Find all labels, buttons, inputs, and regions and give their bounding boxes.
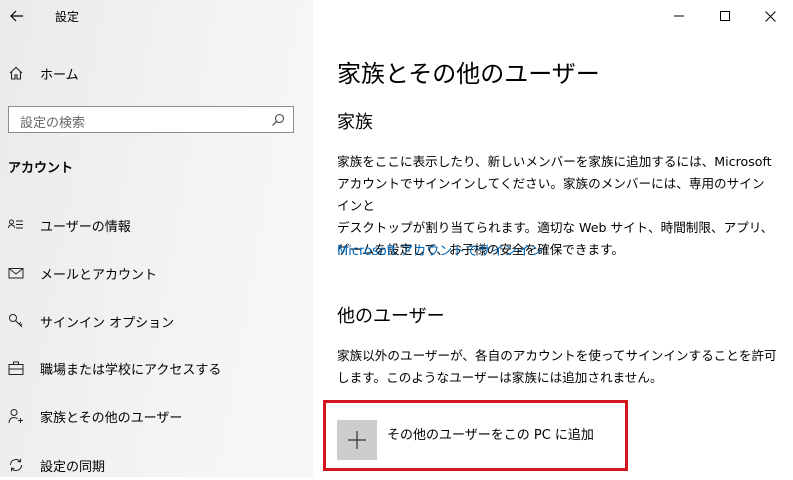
close-icon (764, 10, 776, 22)
search-icon[interactable] (271, 113, 285, 127)
sidebar-item-mail-accounts[interactable]: メールとアカウント (0, 258, 313, 288)
title-bar: 設定 (0, 0, 313, 34)
maximize-button[interactable] (702, 0, 748, 32)
family-description-line: デスクトップが割り当てられます。適切な Web サイト、時間制限、アプリ、 (337, 220, 774, 235)
highlight-box (323, 400, 628, 471)
microsoft-signin-link[interactable]: Microsoft アカウントでサインイン (337, 240, 543, 259)
sidebar-item-label: 家族とその他のユーザー (40, 411, 183, 426)
maximize-icon (720, 11, 730, 21)
sidebar-item-family-other-users[interactable]: 家族とその他のユーザー (0, 401, 313, 431)
sidebar-item-sync-settings[interactable]: 設定の同期 (0, 450, 313, 480)
family-description-line: アカウントでサインインしてください。家族のメンバーには、専用のサインインと (337, 176, 765, 213)
page-title: 家族とその他のユーザー (337, 60, 600, 88)
nav-home-label: ホーム (40, 68, 79, 83)
sidebar-item-label: 設定の同期 (40, 460, 106, 475)
back-arrow-icon (10, 10, 23, 22)
person-add-icon (8, 409, 23, 424)
family-heading: 家族 (337, 112, 373, 133)
back-button[interactable] (6, 5, 28, 27)
key-icon (9, 314, 23, 328)
mail-icon (8, 268, 24, 279)
close-button[interactable] (747, 0, 793, 32)
user-info-icon (8, 219, 23, 229)
home-icon (9, 66, 23, 80)
sidebar-item-label: 職場または学校にアクセスする (40, 363, 222, 378)
sidebar-item-label: サインイン オプション (40, 316, 175, 331)
sidebar-item-signin-options[interactable]: サインイン オプション (0, 306, 313, 336)
briefcase-icon (8, 361, 24, 375)
sidebar-item-work-school[interactable]: 職場または学校にアクセスする (0, 353, 313, 383)
minimize-button[interactable] (656, 0, 702, 32)
other-users-description-line: します。このようなユーザーは家族には追加されません。 (337, 370, 663, 385)
app-title: 設定 (55, 10, 80, 24)
sidebar-item-label: メールとアカウント (40, 268, 158, 283)
other-users-description-line: 家族以外のユーザーが、各自のアカウントを使ってサインインすることを許可 (337, 348, 777, 363)
search-input[interactable]: 設定の検索 (8, 106, 294, 133)
sidebar-item-label: ユーザーの情報 (40, 220, 131, 235)
minimize-icon (674, 15, 684, 17)
sidebar: 設定 ホーム 設定の検索 アカウント ユーザーの情報 メールとアカウント サイン… (0, 0, 313, 477)
nav-home[interactable]: ホーム (0, 58, 313, 88)
other-users-description: 家族以外のユーザーが、各自のアカウントを使ってサインインすることを許可 します。… (337, 345, 777, 389)
other-users-heading: 他のユーザー (337, 306, 445, 327)
search-placeholder: 設定の検索 (20, 116, 86, 131)
sidebar-item-user-info[interactable]: ユーザーの情報 (0, 210, 313, 240)
section-title-accounts: アカウント (8, 161, 74, 176)
family-description-line: 家族をここに表示したり、新しいメンバーを家族に追加するには、Microsoft (337, 154, 772, 169)
sync-icon (10, 458, 22, 472)
